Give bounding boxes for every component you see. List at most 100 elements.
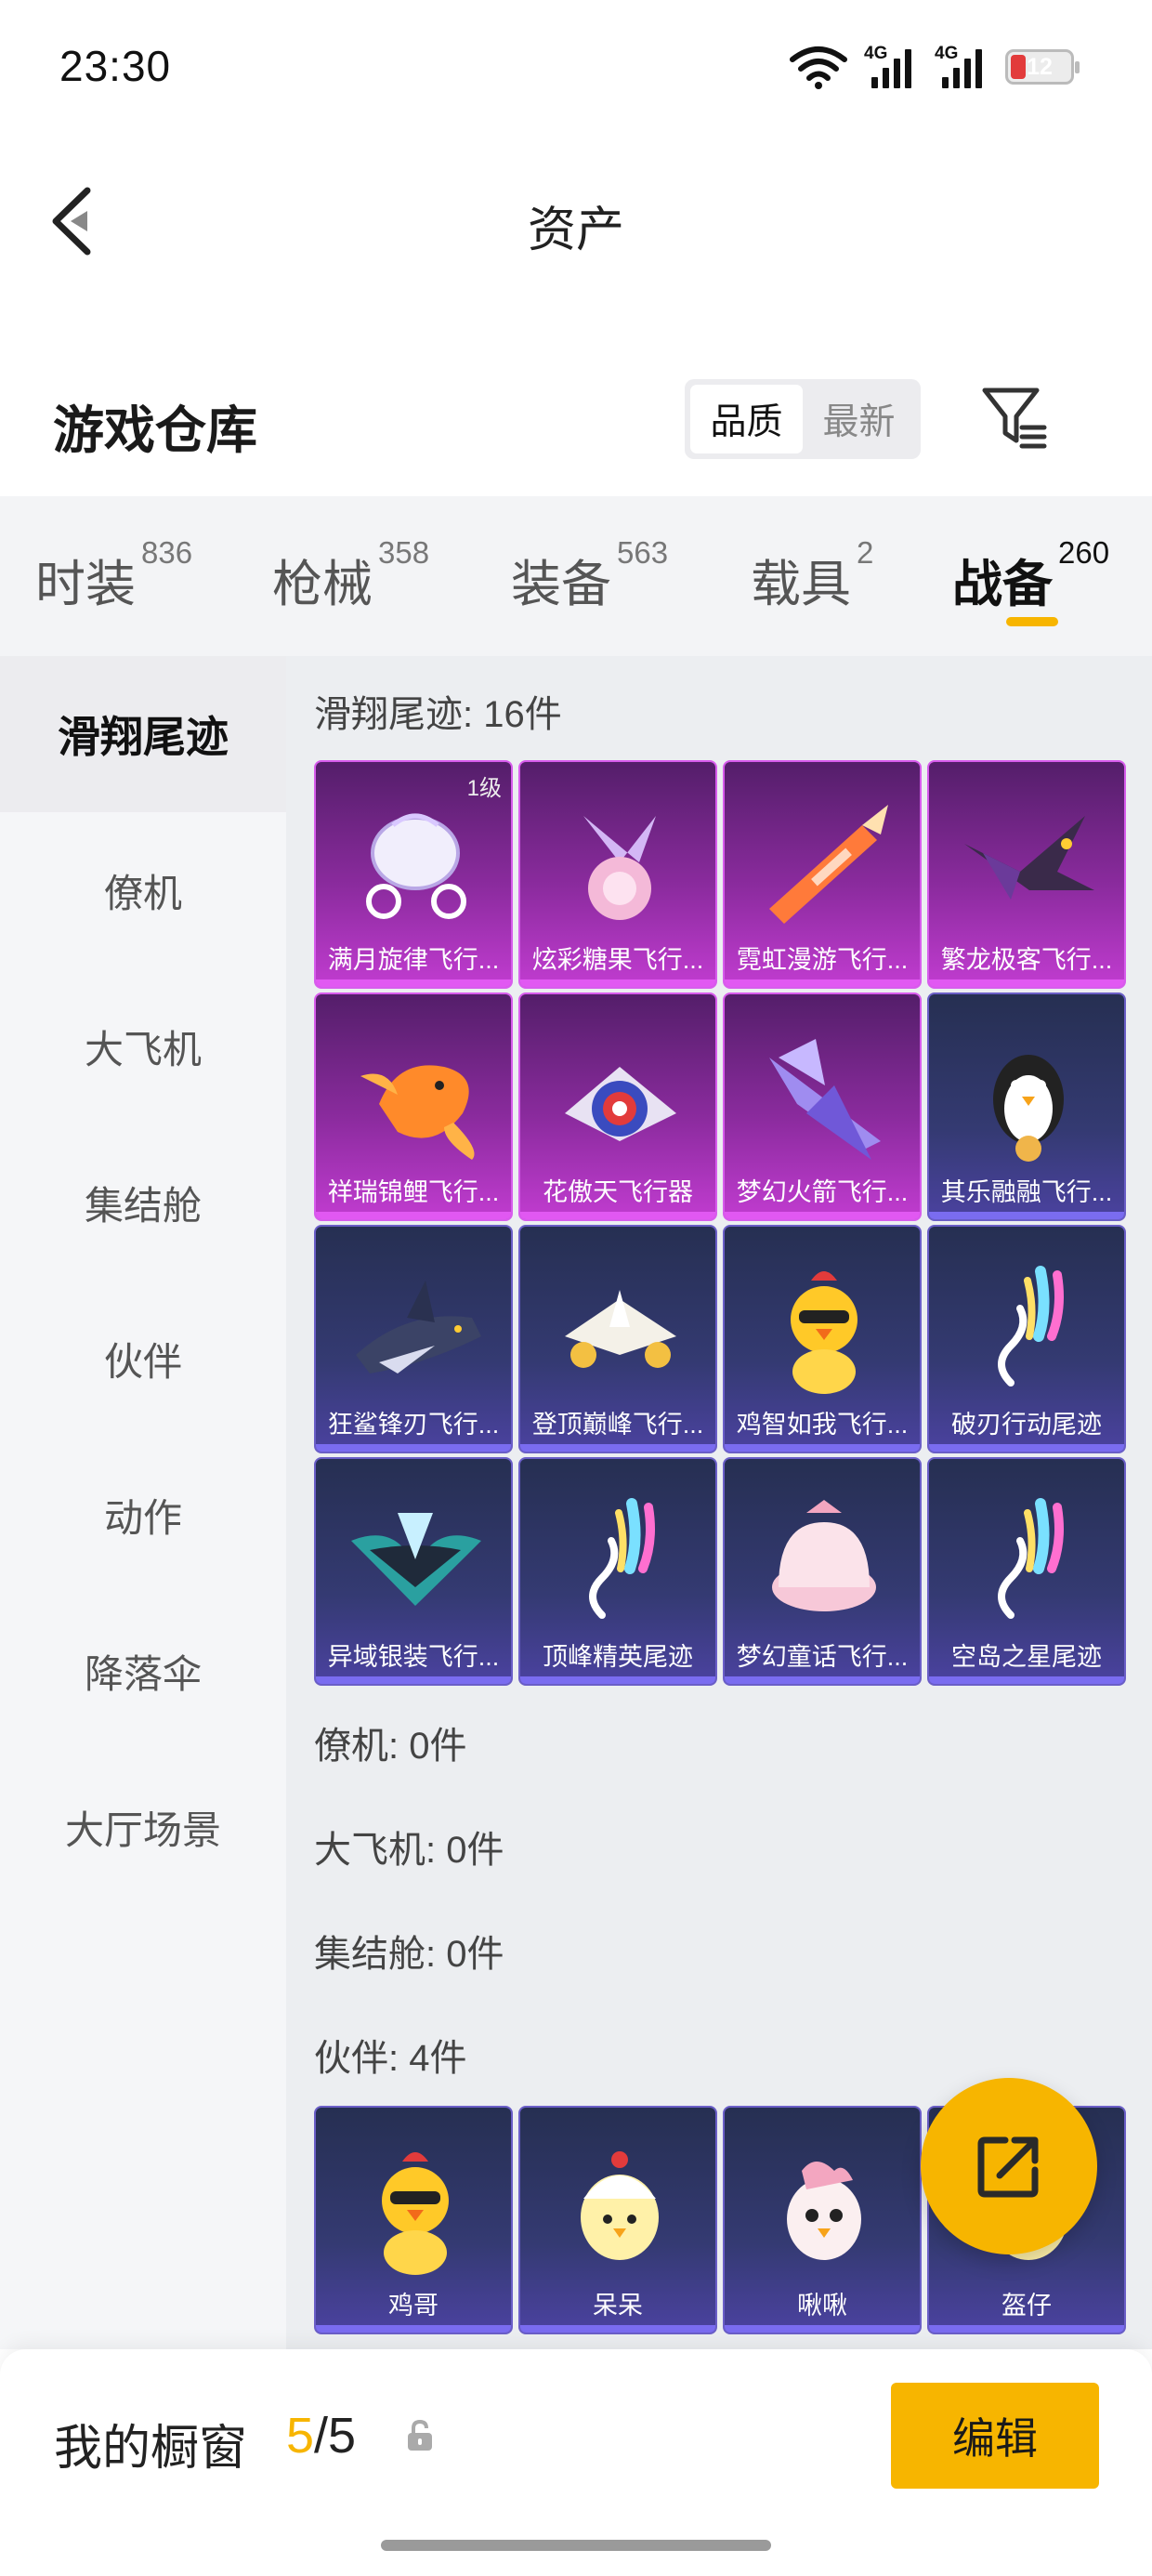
- lock-icon[interactable]: [405, 2418, 435, 2453]
- candy-icon: [546, 788, 693, 935]
- item-name: 花傲天飞行器: [543, 1178, 693, 1206]
- chicken-icon: [342, 2134, 489, 2280]
- edit-button[interactable]: 编辑: [891, 2383, 1099, 2489]
- item-name: 破刃行动尾迹: [951, 1411, 1102, 1439]
- item-card[interactable]: 花傲天飞行器: [518, 992, 717, 1221]
- item-card[interactable]: 狂鲨锋刃飞行...: [314, 1225, 513, 1453]
- item-name: 鸡智如我飞行...: [736, 1411, 909, 1439]
- group-label-glide: 滑翔尾迹: 16件: [314, 694, 562, 735]
- status-time: 23:30: [59, 42, 172, 90]
- share-button[interactable]: [921, 2078, 1097, 2254]
- tab-equipment[interactable]: 装备563: [511, 535, 668, 616]
- item-card[interactable]: 登顶巅峰飞行...: [518, 1225, 717, 1453]
- item-name: 祥瑞锦鲤飞行...: [327, 1178, 500, 1206]
- item-card[interactable]: 梦幻火箭飞行...: [723, 992, 922, 1221]
- group-label-wingman: 僚机: 0件: [314, 1726, 467, 1767]
- status-bar: 23:30 4G 4G 12: [0, 0, 1152, 135]
- battery-icon: 12: [1005, 49, 1080, 85]
- sidebar-item-glide-trail[interactable]: 滑翔尾迹: [0, 656, 286, 812]
- item-card[interactable]: 空岛之星尾迹: [927, 1457, 1126, 1686]
- sort-quality-button[interactable]: 品质: [690, 385, 803, 453]
- item-card[interactable]: 梦幻童话飞行...: [723, 1457, 922, 1686]
- item-name: 盔仔: [1001, 2292, 1052, 2320]
- carriage-icon: [342, 788, 489, 935]
- group-label-aircraft: 大飞机: 0件: [314, 1830, 504, 1871]
- nav-bar: 资产: [0, 135, 1152, 307]
- shark-icon: [342, 1253, 489, 1400]
- battery-level: 12: [1027, 54, 1053, 80]
- smoke-trail-icon: [546, 1485, 693, 1632]
- showcase-count: 5/5: [286, 2408, 357, 2464]
- filter-icon: [982, 388, 1047, 449]
- cellular-signal-icon: 4G: [864, 44, 918, 90]
- item-card[interactable]: 繁龙极客飞行...: [927, 760, 1126, 989]
- sidebar-item-emote[interactable]: 动作: [0, 1437, 286, 1593]
- item-card[interactable]: 霓虹漫游飞行...: [723, 760, 922, 989]
- item-name: 顶峰精英尾迹: [543, 1643, 693, 1671]
- item-card[interactable]: 鸡智如我飞行...: [723, 1225, 922, 1453]
- item-name: 啾啾: [797, 2292, 847, 2320]
- item-card[interactable]: 其乐融融飞行...: [927, 992, 1126, 1221]
- sort-toggle: 品质 最新: [685, 379, 921, 459]
- sidebar-item-pod[interactable]: 集结舱: [0, 1124, 286, 1281]
- home-indicator: [381, 2540, 771, 2551]
- rocket-icon: [751, 788, 897, 935]
- chick-icon: [546, 2134, 693, 2280]
- group-label-pod: 集结舱: 0件: [314, 1934, 504, 1975]
- item-name: 狂鲨锋刃飞行...: [327, 1411, 500, 1439]
- penguin-icon: [955, 1020, 1102, 1167]
- item-card[interactable]: 异域银装飞行...: [314, 1457, 513, 1686]
- silver-wing-icon: [342, 1485, 489, 1632]
- group-label-partner: 伙伴: 4件: [314, 2038, 467, 2079]
- sidebar-item-aircraft[interactable]: 大飞机: [0, 968, 286, 1124]
- item-card[interactable]: 鸡哥: [314, 2106, 513, 2334]
- shield-jet-icon: [546, 1020, 693, 1167]
- tab-battle-gear[interactable]: 战备260: [952, 535, 1109, 616]
- item-name: 梦幻童话飞行...: [736, 1643, 909, 1671]
- sort-newest-button[interactable]: 最新: [803, 385, 915, 453]
- item-name: 其乐融融飞行...: [940, 1178, 1113, 1206]
- chicken-icon: [751, 1253, 897, 1400]
- item-level-badge: 1级: [466, 776, 502, 801]
- item-card[interactable]: 呆呆: [518, 2106, 717, 2334]
- wing-jet-icon: [751, 1020, 897, 1167]
- sidebar-item-lobby[interactable]: 大厅场景: [0, 1749, 286, 1905]
- dragon-icon: [955, 788, 1102, 935]
- item-card[interactable]: 啾啾: [723, 2106, 922, 2334]
- sidebar-item-partner[interactable]: 伙伴: [0, 1281, 286, 1437]
- cellular-signal-icon: 4G: [935, 44, 988, 90]
- item-name: 登顶巅峰飞行...: [531, 1411, 704, 1439]
- item-card[interactable]: 祥瑞锦鲤飞行...: [314, 992, 513, 1221]
- glider-icon: [546, 1253, 693, 1400]
- smoke-trail-icon: [955, 1485, 1102, 1632]
- koi-icon: [342, 1020, 489, 1167]
- item-card[interactable]: 破刃行动尾迹: [927, 1225, 1126, 1453]
- item-name: 繁龙极客飞行...: [940, 946, 1113, 974]
- item-name: 霓虹漫游飞行...: [736, 946, 909, 974]
- share-out-icon: [977, 2136, 1039, 2198]
- sidebar-item-wingman[interactable]: 僚机: [0, 812, 286, 968]
- tab-guns[interactable]: 枪械358: [272, 535, 429, 616]
- section-title: 游戏仓库: [53, 401, 258, 459]
- item-name: 呆呆: [593, 2292, 643, 2320]
- item-name: 鸡哥: [388, 2292, 439, 2320]
- item-name: 异域银装飞行...: [327, 1643, 500, 1671]
- sidebar: 滑翔尾迹 僚机 大飞机 集结舱 伙伴 动作 降落伞 大厅场景: [0, 656, 286, 2349]
- active-tab-indicator: [1006, 617, 1058, 626]
- item-card[interactable]: 1级 满月旋律飞行...: [314, 760, 513, 989]
- item-name: 空岛之星尾迹: [951, 1643, 1102, 1671]
- item-name: 炫彩糖果飞行...: [531, 946, 704, 974]
- sidebar-item-parachute[interactable]: 降落伞: [0, 1593, 286, 1749]
- filter-button[interactable]: [979, 383, 1050, 453]
- smoke-trail-icon: [955, 1253, 1102, 1400]
- tab-vehicles[interactable]: 载具2: [751, 535, 873, 616]
- category-tabs: 时装836 枪械358 装备563 载具2 战备260: [0, 496, 1152, 656]
- bird-icon: [751, 2134, 897, 2280]
- item-card[interactable]: 顶峰精英尾迹: [518, 1457, 717, 1686]
- status-icons: 4G 4G 12: [790, 41, 1080, 93]
- item-name: 梦幻火箭飞行...: [736, 1178, 909, 1206]
- page-title: 资产: [527, 204, 624, 257]
- tab-fashion[interactable]: 时装836: [35, 535, 192, 616]
- wifi-icon: [790, 46, 847, 89]
- item-card[interactable]: 炫彩糖果飞行...: [518, 760, 717, 989]
